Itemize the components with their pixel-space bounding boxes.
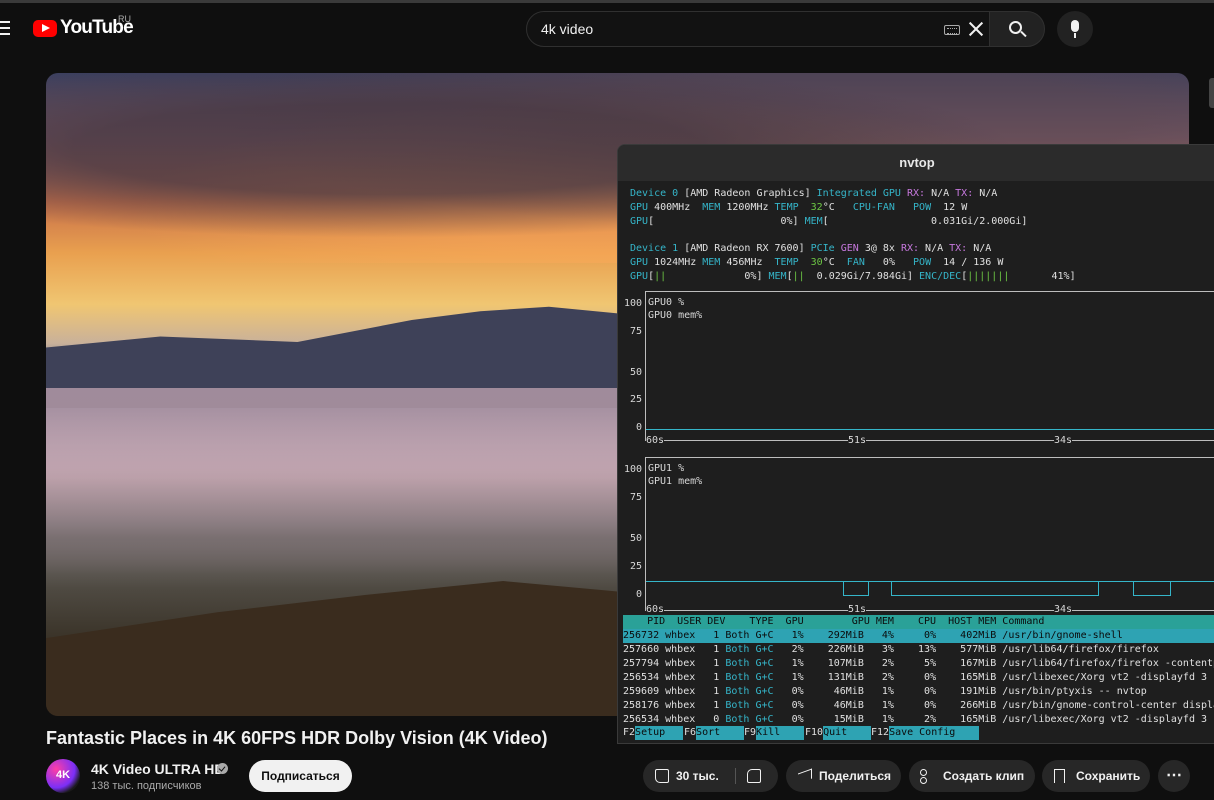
fkey-quit[interactable]: F10Quit bbox=[805, 726, 872, 740]
graph1-series-mem: GPU1 mem% bbox=[648, 476, 703, 487]
sidebar-thumbnail-edge[interactable] bbox=[1209, 78, 1214, 108]
device1-line2: GPU 1024MHz MEM 456MHz TEMP 30°C FAN 0% … bbox=[630, 257, 1004, 268]
graph0-y-tick: 25 bbox=[629, 394, 642, 405]
graph0-y-tick: 50 bbox=[629, 367, 642, 378]
more-actions-button[interactable]: ⋯ bbox=[1158, 760, 1190, 792]
youtube-header: YouTube RU 4k video bbox=[0, 3, 1214, 53]
nvtop-terminal-window[interactable]: nvtop Device 0 [AMD Radeon Graphics] Int… bbox=[617, 144, 1214, 744]
graph1-gpu-line bbox=[1098, 581, 1134, 582]
keyboard-icon[interactable] bbox=[944, 25, 960, 35]
subscribe-button[interactable]: Подписаться bbox=[249, 760, 352, 792]
graph0-x-tick: 34s bbox=[1054, 435, 1073, 446]
graph0-x-tick: 60s bbox=[646, 435, 665, 446]
channel-name[interactable]: 4K Video ULTRA HD bbox=[91, 761, 225, 777]
gpu0-graph: GPU0 % GPU0 mem% 60s 51s 34s bbox=[645, 291, 1214, 446]
graph1-gpu-segment bbox=[891, 581, 1099, 596]
graph1-y-tick: 50 bbox=[629, 533, 642, 544]
verified-icon bbox=[217, 763, 228, 774]
process-row[interactable]: 256534 whbex 0 Both G+C 0% 15MiB 1% 2% 1… bbox=[623, 713, 1214, 727]
function-key-bar: F2Setup F6Sort F9Kill F10Quit F12Save Co… bbox=[623, 726, 1214, 740]
bookmark-icon bbox=[1054, 769, 1065, 783]
share-icon bbox=[798, 768, 812, 784]
graph1-series-gpu: GPU1 % bbox=[648, 463, 685, 474]
process-row[interactable]: 258176 whbex 1 Both G+C 0% 46MiB 1% 0% 2… bbox=[623, 699, 1214, 713]
graph1-y-tick: 100 bbox=[623, 464, 642, 475]
graph1-y-tick: 0 bbox=[635, 589, 642, 600]
search-box[interactable]: 4k video bbox=[526, 11, 990, 47]
device0-line1: Device 0 [AMD Radeon Graphics] Integrate… bbox=[630, 188, 998, 199]
graph0-y-tick: 75 bbox=[629, 326, 642, 337]
search-input[interactable]: 4k video bbox=[541, 21, 593, 37]
gpu1-graph: GPU1 % GPU1 mem% 60s 51s 34s bbox=[645, 457, 1214, 615]
microphone-icon-stem bbox=[1074, 33, 1076, 38]
device1-line3: GPU[|| 0%] MEM[|| 0.029Gi/7.984Gi] ENC/D… bbox=[630, 271, 1076, 282]
graph0-x-tick: 51s bbox=[848, 435, 867, 446]
fkey-setup[interactable]: F2Setup bbox=[623, 726, 684, 740]
process-row[interactable]: 256534 whbex 1 Both G+C 1% 131MiB 2% 0% … bbox=[623, 671, 1214, 685]
like-divider bbox=[735, 768, 736, 784]
thumbs-up-icon[interactable] bbox=[655, 769, 669, 783]
like-count[interactable]: 30 тыс. bbox=[676, 760, 719, 792]
process-row[interactable]: 259609 whbex 1 Both G+C 0% 46MiB 1% 0% 1… bbox=[623, 685, 1214, 699]
play-logo-icon bbox=[33, 19, 57, 37]
terminal-titlebar[interactable]: nvtop bbox=[618, 145, 1214, 181]
process-table-header[interactable]: PID USER DEV TYPE GPU GPU MEM CPU HOST M… bbox=[623, 615, 1214, 629]
voice-search-button[interactable] bbox=[1057, 11, 1093, 47]
graph1-gpu-segment bbox=[1133, 581, 1171, 596]
device0-line3: GPU[ 0%] MEM[ 0.031Gi/2.000Gi] bbox=[630, 216, 1028, 227]
region-code: RU bbox=[118, 14, 131, 24]
graph0-y-tick: 0 bbox=[635, 422, 642, 433]
graph1-gpu-segment bbox=[843, 581, 869, 596]
graph1-x-tick: 60s bbox=[646, 604, 665, 615]
device0-line2: GPU 400MHz MEM 1200MHz TEMP 32°C CPU-FAN… bbox=[630, 202, 968, 213]
graph1-y-tick: 75 bbox=[629, 492, 642, 503]
share-label: Поделиться bbox=[819, 769, 892, 783]
menu-icon[interactable] bbox=[0, 21, 12, 35]
graph0-y-tick: 100 bbox=[623, 298, 642, 309]
process-row[interactable]: 257794 whbex 1 Both G+C 1% 107MiB 2% 5% … bbox=[623, 657, 1214, 671]
fkey-save-config[interactable]: F12Save Config bbox=[871, 726, 980, 740]
scissors-icon bbox=[920, 769, 934, 784]
microphone-icon bbox=[1071, 20, 1079, 32]
clip-button[interactable]: Создать клип bbox=[909, 760, 1035, 792]
screen: { "header": { "logo_text": "YouTube", "r… bbox=[0, 0, 1214, 800]
graph0-series-gpu: GPU0 % bbox=[648, 297, 685, 308]
process-row[interactable]: 256732 whbex 1 Both G+C 1% 292MiB 4% 0% … bbox=[623, 629, 1214, 643]
avatar-text: 4K bbox=[55, 769, 71, 781]
video-title: Fantastic Places in 4K 60FPS HDR Dolby V… bbox=[46, 728, 548, 748]
save-label: Сохранить bbox=[1076, 769, 1141, 783]
graph1-gpu-line bbox=[646, 581, 844, 582]
search-button[interactable] bbox=[989, 11, 1045, 47]
subscriber-count: 138 тыс. подписчиков bbox=[91, 780, 202, 792]
graph1-x-tick: 34s bbox=[1054, 604, 1073, 615]
like-dislike-group: 30 тыс. bbox=[643, 760, 778, 792]
graph0-gpu-line bbox=[646, 429, 1214, 430]
graph0-series-mem: GPU0 mem% bbox=[648, 310, 703, 321]
thumbs-down-icon[interactable] bbox=[747, 769, 761, 783]
clear-search-icon[interactable] bbox=[967, 20, 985, 38]
process-row[interactable]: 257660 whbex 1 Both G+C 2% 226MiB 3% 13%… bbox=[623, 643, 1214, 657]
device1-line1: Device 1 [AMD Radeon RX 7600] PCIe GEN 3… bbox=[630, 243, 992, 254]
graph1-y-tick: 25 bbox=[629, 561, 642, 572]
save-button[interactable]: Сохранить bbox=[1042, 760, 1150, 792]
fkey-kill[interactable]: F9Kill bbox=[744, 726, 805, 740]
graph1-x-tick: 51s bbox=[848, 604, 867, 615]
share-button[interactable]: Поделиться bbox=[786, 760, 901, 792]
fkey-sort[interactable]: F6Sort bbox=[684, 726, 745, 740]
terminal-title: nvtop bbox=[899, 155, 935, 170]
graph1-gpu-line bbox=[868, 581, 892, 582]
graph1-gpu-line bbox=[1170, 581, 1214, 582]
channel-avatar[interactable]: 4K bbox=[46, 759, 80, 793]
search-icon-handle bbox=[1020, 30, 1027, 38]
clip-label: Создать клип bbox=[943, 769, 1025, 783]
